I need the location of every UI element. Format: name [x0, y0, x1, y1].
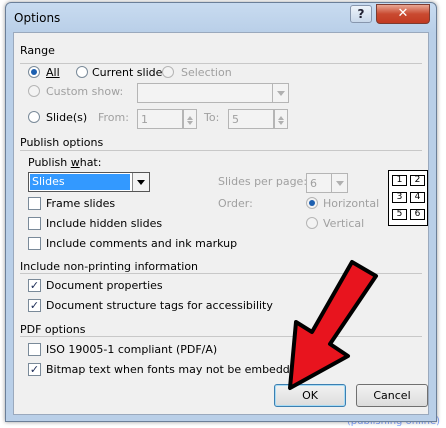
help-button[interactable]: ? — [350, 5, 372, 23]
dialog-body: Range All Current slide Selection Custom… — [13, 32, 429, 415]
publish-divider — [20, 150, 422, 151]
range-to-value: 5 — [232, 113, 239, 126]
preview-slide-3: 3 — [392, 192, 407, 203]
range-from-label: From: — [98, 111, 129, 124]
preview-slide-1: 1 — [392, 175, 407, 186]
slides-per-page-select[interactable]: 6 — [306, 173, 348, 193]
range-from-spinner[interactable] — [183, 109, 197, 129]
order-vertical-label[interactable]: Vertical — [323, 217, 364, 230]
hidden-slides-checkbox[interactable] — [28, 217, 41, 230]
doc-structure-tags-label[interactable]: Document structure tags for accessibilit… — [46, 299, 273, 312]
range-custom-show-label[interactable]: Custom show: — [46, 85, 123, 98]
order-vertical-radio[interactable] — [306, 217, 318, 229]
range-to-spinner[interactable] — [274, 109, 288, 129]
iso-compliant-label[interactable]: ISO 19005-1 compliant (PDF/A) — [46, 343, 217, 356]
range-from-value: 1 — [141, 113, 148, 126]
range-heading: Range — [20, 44, 55, 57]
publish-what-value: Slides — [30, 174, 130, 190]
bitmap-text-checkbox[interactable]: ✓ — [28, 363, 41, 376]
order-horizontal-radio[interactable] — [306, 197, 318, 209]
nonprinting-divider — [20, 273, 422, 274]
cancel-button[interactable]: Cancel — [356, 384, 428, 407]
order-horizontal-label[interactable]: Horizontal — [323, 197, 379, 210]
chevron-down-icon — [272, 84, 288, 102]
hidden-slides-label[interactable]: Include hidden slides — [46, 217, 162, 230]
ok-button[interactable]: OK — [274, 384, 346, 407]
range-slides-radio[interactable] — [28, 111, 40, 123]
range-custom-show-radio[interactable] — [28, 85, 40, 97]
preview-slide-4: 4 — [410, 192, 425, 203]
chevron-down-icon[interactable] — [132, 173, 149, 191]
range-selection-label[interactable]: Selection — [181, 66, 232, 79]
doc-properties-checkbox[interactable]: ✓ — [28, 279, 41, 292]
nonprinting-heading: Include non-printing information — [20, 260, 199, 273]
range-all-label[interactable]: All — [46, 66, 60, 79]
dialog-title: Options — [14, 11, 61, 25]
pdf-divider — [20, 336, 422, 337]
publish-what-select[interactable]: Slides — [28, 172, 150, 192]
title-bar: Options ? ✕ — [6, 3, 436, 33]
range-current-slide-radio[interactable] — [76, 66, 88, 78]
chevron-down-icon — [331, 174, 347, 192]
slides-per-page-value: 6 — [310, 177, 317, 190]
preview-slide-6: 6 — [410, 209, 425, 220]
doc-properties-label[interactable]: Document properties — [46, 279, 163, 292]
preview-slide-2: 2 — [410, 175, 425, 186]
range-divider — [20, 63, 422, 64]
bitmap-text-label[interactable]: Bitmap text when fonts may not be embedd… — [46, 363, 304, 376]
order-label: Order: — [218, 197, 253, 210]
iso-compliant-checkbox[interactable] — [28, 343, 41, 356]
range-current-slide-label[interactable]: Current slide — [92, 66, 162, 79]
range-to-input[interactable]: 5 — [228, 109, 274, 129]
doc-structure-tags-checkbox[interactable]: ✓ — [28, 299, 41, 312]
frame-slides-label[interactable]: Frame slides — [46, 197, 115, 210]
range-from-input[interactable]: 1 — [137, 109, 183, 129]
range-selection-radio[interactable] — [162, 66, 174, 78]
preview-slide-5: 5 — [392, 209, 407, 220]
comments-label[interactable]: Include comments and ink markup — [46, 237, 237, 250]
comments-checkbox[interactable] — [28, 237, 41, 250]
options-dialog: Options ? ✕ Range All Current slide Sele… — [5, 2, 437, 422]
publish-heading: Publish options — [20, 136, 104, 149]
range-all-radio[interactable] — [28, 66, 40, 78]
slides-per-page-label: Slides per page: — [218, 175, 308, 188]
page-layout-preview: 1 2 3 4 5 6 — [388, 170, 428, 226]
close-button[interactable]: ✕ — [376, 4, 430, 24]
range-slides-label[interactable]: Slide(s) — [46, 111, 87, 124]
pdf-heading: PDF options — [20, 323, 86, 336]
custom-show-dropdown[interactable] — [137, 83, 289, 103]
publish-what-label: Publish what: — [28, 156, 102, 169]
frame-slides-checkbox[interactable] — [28, 197, 41, 210]
range-to-label: To: — [204, 111, 220, 124]
